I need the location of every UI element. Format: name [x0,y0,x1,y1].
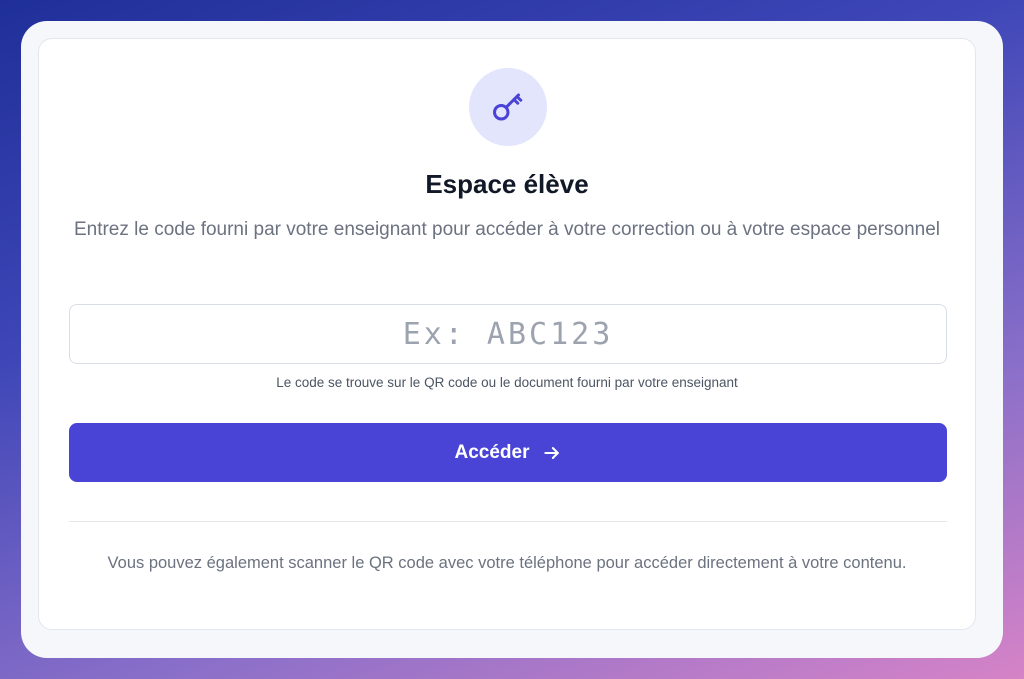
key-icon-badge [469,68,547,146]
access-code-input[interactable] [69,304,947,364]
code-hint: Le code se trouve sur le QR code ou le d… [276,375,738,390]
login-card-frame: Espace élève Entrez le code fourni par v… [21,21,1003,658]
qr-scan-note: Vous pouvez également scanner le QR code… [107,554,907,572]
access-button-label: Accéder [454,441,530,463]
student-access-card: Espace élève Entrez le code fourni par v… [38,38,976,630]
page-subtitle: Entrez le code fourni par votre enseigna… [73,219,941,240]
arrow-right-icon [543,446,559,459]
page-title: Espace élève [425,169,589,199]
section-divider [69,521,947,522]
key-icon [493,93,523,121]
access-button[interactable]: Accéder [69,423,947,482]
